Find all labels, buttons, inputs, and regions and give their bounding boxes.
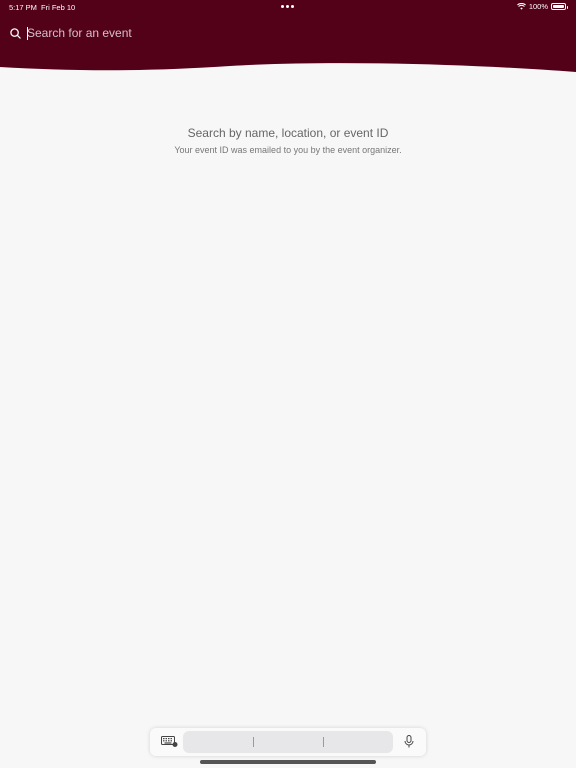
home-indicator[interactable] (200, 760, 376, 764)
search-input[interactable] (27, 26, 507, 40)
predictive-suggestions[interactable] (183, 731, 393, 753)
empty-state: Search by name, location, or event ID Yo… (0, 126, 576, 155)
keyboard-shortcut-bar (150, 728, 426, 756)
suggestion-divider (253, 737, 254, 747)
search-icon (10, 27, 21, 39)
keyboard-icon[interactable] (161, 736, 178, 747)
empty-state-title: Search by name, location, or event ID (187, 126, 389, 140)
app-header: 5:17 PM Fri Feb 10 100% (0, 0, 576, 80)
multitasking-dots[interactable] (281, 5, 294, 8)
battery-percent: 100% (528, 2, 548, 11)
suggestion-divider (323, 737, 324, 747)
text-cursor (27, 27, 28, 40)
microphone-icon[interactable] (404, 735, 414, 748)
battery-icon (551, 3, 568, 10)
search-bar (10, 26, 507, 40)
status-date: Fri Feb 10 (41, 3, 76, 12)
empty-state-subtitle: Your event ID was emailed to you by the … (174, 145, 402, 155)
status-bar: 5:17 PM Fri Feb 10 100% (0, 0, 576, 14)
status-time: 5:17 PM (9, 3, 37, 12)
wifi-icon (516, 3, 526, 10)
